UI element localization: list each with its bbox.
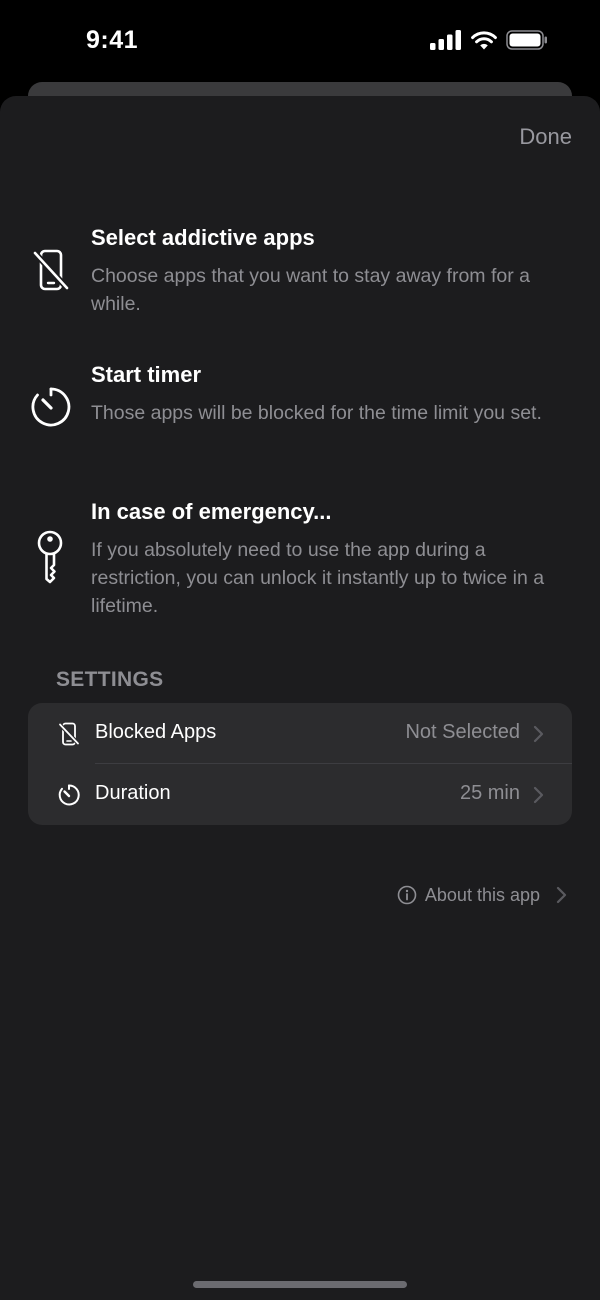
info-circle-icon <box>397 885 417 905</box>
feature-description: Those apps will be blocked for the time … <box>91 402 542 424</box>
home-indicator <box>193 1281 407 1288</box>
cellular-signal-icon <box>430 30 461 50</box>
status-bar: 9:41 <box>0 0 600 80</box>
feature-description: Choose apps that you want to stay away f… <box>91 265 530 315</box>
chevron-right-icon <box>533 786 544 804</box>
feature-title: In case of emergency... <box>91 499 332 524</box>
chevron-right-icon <box>556 886 567 904</box>
feature-emergency: In case of emergency... If you absolutel… <box>0 494 600 624</box>
row-label: Blocked Apps <box>95 721 217 743</box>
settings-group: Blocked Apps Not Selected Duration 25 mi… <box>28 703 572 825</box>
done-button[interactable]: Done <box>519 124 572 150</box>
about-label: About this app <box>424 884 540 905</box>
key-icon <box>30 530 72 584</box>
settings-row-duration[interactable]: Duration 25 min <box>28 764 572 825</box>
chevron-right-icon <box>533 725 544 743</box>
wifi-icon <box>471 30 497 49</box>
feature-select-apps: Select addictive apps Choose apps that y… <box>0 220 600 330</box>
feature-title: Start timer <box>91 362 202 387</box>
row-label: Duration <box>95 782 171 804</box>
row-value: 25 min <box>459 782 520 804</box>
feature-start-timer: Start timer Those apps will be blocked f… <box>0 357 600 467</box>
timer-icon <box>30 381 72 431</box>
settings-row-blocked-apps[interactable]: Blocked Apps Not Selected <box>28 703 572 764</box>
phone-slash-icon <box>56 721 82 747</box>
battery-icon <box>506 30 547 50</box>
status-icons <box>430 29 548 51</box>
timer-icon <box>56 782 82 808</box>
about-app-link[interactable]: About this app <box>397 882 572 908</box>
feature-description: If you absolutely need to use the app du… <box>91 539 545 617</box>
phone-slash-icon <box>30 245 72 295</box>
settings-header: SETTINGS <box>56 668 164 691</box>
row-value: Not Selected <box>405 721 520 743</box>
feature-title: Select addictive apps <box>91 225 315 250</box>
status-time: 9:41 <box>86 26 139 54</box>
